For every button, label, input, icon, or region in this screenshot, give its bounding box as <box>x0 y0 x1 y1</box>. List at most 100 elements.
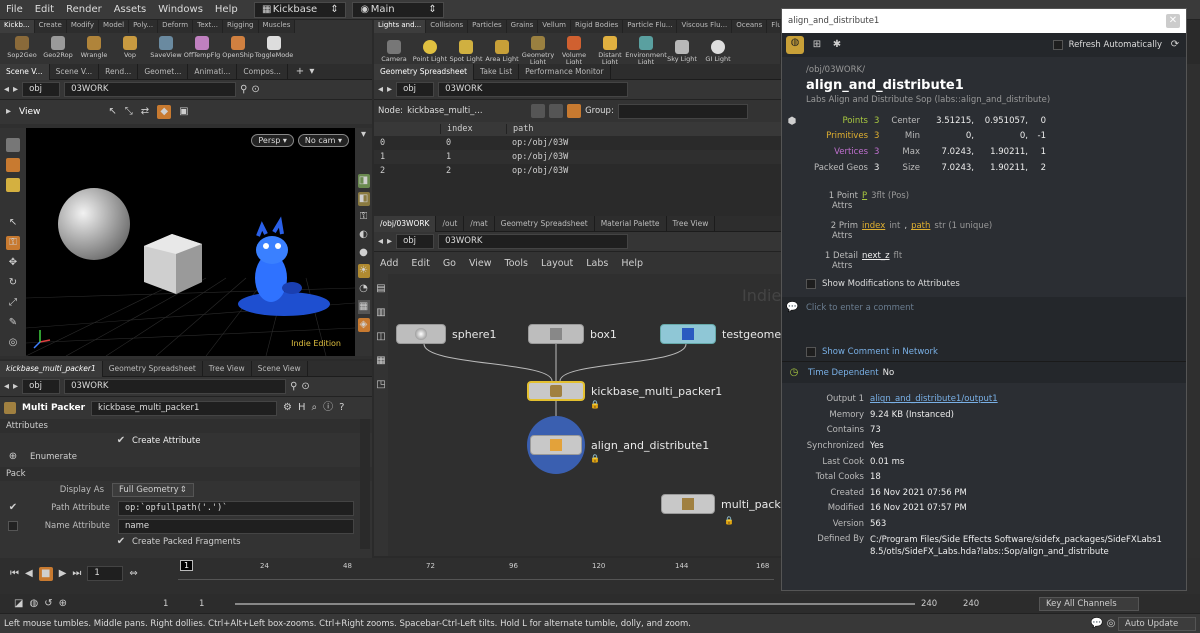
node-body[interactable] <box>660 324 716 344</box>
node-info-icon[interactable]: ◍ <box>786 36 804 54</box>
shelf-tab[interactable]: Oceans <box>732 20 768 33</box>
group-field[interactable] <box>617 103 748 119</box>
col-header-path[interactable]: path <box>506 124 572 134</box>
bug-icon[interactable]: ✱ <box>830 38 844 52</box>
range-start-2[interactable]: 1 <box>199 599 229 609</box>
node-body[interactable] <box>396 324 446 344</box>
shelf-tab[interactable]: Rigging <box>222 20 259 33</box>
tool-area-light[interactable]: Area Light <box>484 37 520 63</box>
tool-camera[interactable]: Camera <box>376 37 412 63</box>
shelf-tab[interactable]: Text... <box>193 20 223 33</box>
tab-scene-view[interactable]: Scene V... <box>0 63 50 80</box>
checkbox-unchecked[interactable] <box>8 521 18 531</box>
tool-geo2rop[interactable]: Geo2Rop <box>40 33 76 59</box>
shelf-tab[interactable]: Collisions <box>426 20 469 33</box>
tool-sky-light[interactable]: Sky Light <box>664 37 700 63</box>
stop-icon[interactable]: ■ <box>38 566 53 581</box>
playhead[interactable]: 1 <box>180 560 194 571</box>
shelf-tab[interactable]: Viscous Flu... <box>677 20 733 33</box>
node-testgeometry[interactable]: testgeomet <box>660 324 781 344</box>
range-slider[interactable] <box>234 602 915 605</box>
tool-gi-light[interactable]: GI Light <box>700 37 736 63</box>
view-mode-icon[interactable]: ◐ <box>358 228 370 242</box>
menu-render[interactable]: Render <box>60 0 108 20</box>
edges-mode-icon[interactable] <box>6 178 20 192</box>
shelf-tab[interactable]: Kickb... <box>0 20 35 33</box>
grid-icon[interactable]: ▦ <box>357 300 370 314</box>
tab-tree-view[interactable]: Tree View <box>203 361 252 377</box>
camera-menu-icon[interactable]: ▾ <box>358 128 370 142</box>
display-options-icon[interactable]: ▣ <box>179 105 188 119</box>
node-align-and-distribute1[interactable]: align_and_distribute1 <box>527 416 709 474</box>
node-multi-pack[interactable]: multi_pack <box>661 494 781 514</box>
section-attributes[interactable]: Attributes <box>0 419 372 433</box>
viewport-3d[interactable]: Persp ▾ No cam ▾ Indie Edition <box>26 128 355 356</box>
node-name-field[interactable]: kickbase_multi_packer1 <box>91 400 278 416</box>
tab-scene-view-2[interactable]: Scene V... <box>50 63 100 80</box>
back-icon[interactable]: ◂ <box>4 380 9 394</box>
show-mods-checkbox[interactable] <box>806 279 816 290</box>
display-as-select[interactable]: Full Geometry ⇕ <box>112 483 194 497</box>
gear-icon[interactable]: ⚙ <box>283 401 292 415</box>
tab-geometry-spreadsheet[interactable]: Geometry Spreadsheet <box>374 63 475 80</box>
shelf-tab[interactable]: Lights and... <box>374 20 427 33</box>
tool-vop[interactable]: Vop <box>112 33 148 59</box>
handle-tool-icon[interactable]: ⇄ <box>141 105 149 119</box>
forward-icon[interactable]: ▸ <box>13 380 18 394</box>
menu-help[interactable]: Help <box>209 0 244 20</box>
shelf-tab[interactable]: Vellum <box>538 20 571 33</box>
tool-distant-light[interactable]: Distant Light <box>592 33 628 64</box>
tab-kickbase-multi-packer1[interactable]: kickbase_multi_packer1 <box>0 361 103 377</box>
select-mode-icon[interactable] <box>6 138 20 152</box>
range-start[interactable]: 1 <box>163 599 193 609</box>
attr-name[interactable]: path <box>911 221 930 231</box>
section-pack[interactable]: Pack <box>0 467 372 481</box>
node-body[interactable] <box>661 494 715 514</box>
back-icon[interactable]: ◂ <box>378 83 383 97</box>
tool-volume-light[interactable]: Volume Light <box>556 33 592 64</box>
tab-render[interactable]: Rend... <box>99 63 139 80</box>
node-body[interactable] <box>528 324 584 344</box>
shelf-tab[interactable]: Deform <box>158 20 194 33</box>
settings-icon[interactable]: ⊕ <box>59 597 67 611</box>
link-icon[interactable]: ⊙ <box>251 83 259 97</box>
tool-point-light[interactable]: Point Light <box>412 37 448 63</box>
lighting-icon[interactable]: ● <box>358 246 370 260</box>
transform-tool-icon[interactable]: ⤡ <box>125 105 133 119</box>
menu-assets[interactable]: Assets <box>108 0 153 20</box>
point-mode-icon[interactable] <box>549 104 564 118</box>
tab-scene-view[interactable]: Scene View <box>252 361 308 377</box>
tool-environment-light[interactable]: Environment Light <box>625 33 667 64</box>
info-icon[interactable]: ⓘ <box>323 401 333 415</box>
table-row[interactable]: 2 2 op:/obj/03W <box>374 164 781 178</box>
rotate-icon[interactable]: ↻ <box>0 276 26 290</box>
audio-icon[interactable]: ◍ <box>29 597 38 611</box>
key-channels-select[interactable]: Key All Channels <box>1038 596 1139 611</box>
back-icon[interactable]: ◂ <box>4 83 9 97</box>
shelf-tab[interactable]: Particle Flu... <box>623 20 678 33</box>
output-link[interactable]: align_and_distribute1/output1 <box>864 394 998 404</box>
realtime-icon[interactable]: ◪ <box>14 597 23 611</box>
shelf-tab[interactable]: Muscles <box>258 20 296 33</box>
node-body[interactable] <box>530 435 582 455</box>
step-back-icon[interactable]: ◀ <box>25 567 33 581</box>
play-icon[interactable]: ▶ <box>59 567 67 581</box>
help-h-icon[interactable]: H <box>298 401 306 415</box>
desktop-select[interactable]: ▦ Kickbase ⇕ <box>253 1 346 18</box>
wire-icon[interactable]: ◧ <box>357 192 370 206</box>
tab-menu-icon[interactable]: ▾ <box>306 65 318 79</box>
tab-geometry-spreadsheet[interactable]: Geometry Spreadsheet <box>103 361 203 377</box>
shelf-tab[interactable]: Rigid Bodies <box>571 20 624 33</box>
node-display-ring[interactable] <box>527 416 585 474</box>
shelf-tab[interactable]: Create <box>34 20 67 33</box>
path-obj[interactable]: obj <box>22 379 61 394</box>
tool-wrangle[interactable]: Wrangle <box>76 33 112 59</box>
refresh-checkbox[interactable] <box>1052 40 1063 50</box>
pin-icon[interactable]: ⚲ <box>290 380 297 394</box>
table-row[interactable]: 1 1 op:/obj/03W <box>374 150 781 164</box>
shelf-tab[interactable]: Modify <box>66 20 100 33</box>
attr-name[interactable]: next_z <box>862 251 890 261</box>
shelf-tab[interactable]: Grains <box>506 20 539 33</box>
menu-edit[interactable]: Edit <box>29 0 60 20</box>
tab-take-list[interactable]: Take List <box>474 63 520 80</box>
